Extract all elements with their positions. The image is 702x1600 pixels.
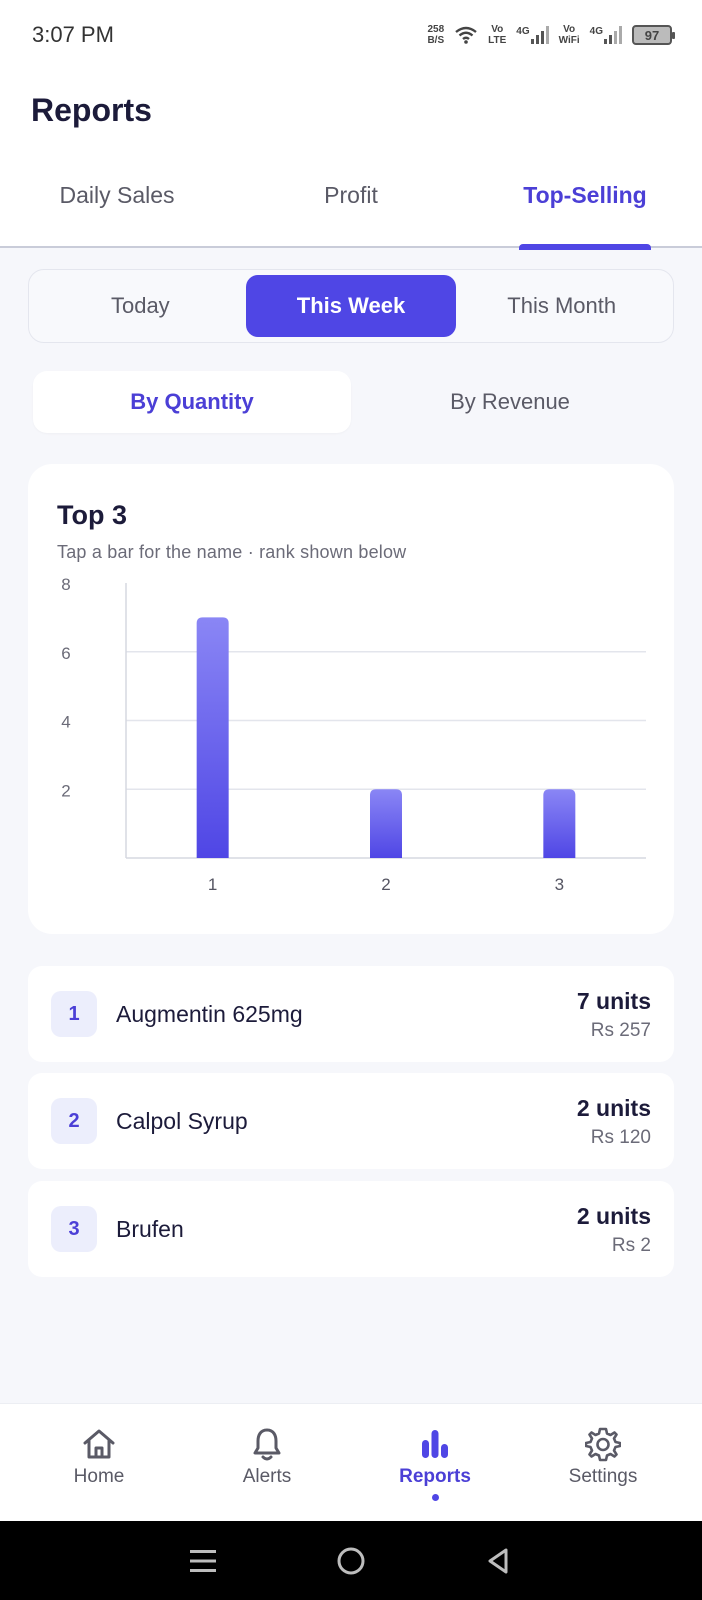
network-speed: 258 B/S: [427, 24, 445, 46]
sim1-signal: 4G: [516, 26, 549, 44]
y-tick-label: 4: [61, 713, 70, 732]
product-name: Calpol Syrup: [116, 1108, 248, 1134]
home-icon: [83, 1429, 115, 1459]
gear-icon: [585, 1427, 621, 1462]
system-navigation-bar: [0, 1521, 702, 1600]
page-title: Reports: [31, 92, 152, 128]
period-selector: Today This Week This Month: [28, 269, 674, 343]
period-today-button[interactable]: Today: [35, 275, 246, 337]
bar-chart: 2 4 6 8 1 2 3: [61, 575, 646, 894]
units-sold: 2 units: [576, 1203, 651, 1229]
x-tick-label: 2: [381, 875, 390, 894]
nav-home[interactable]: Home: [15, 1404, 183, 1521]
product-name: Augmentin 625mg: [116, 1001, 303, 1027]
y-tick-label: 6: [61, 644, 70, 663]
tab-daily-sales[interactable]: Daily Sales: [0, 165, 234, 248]
rank-badge: 3: [51, 1206, 97, 1252]
nav-reports[interactable]: Reports: [351, 1404, 519, 1521]
x-tick-label: 3: [555, 875, 564, 894]
by-quantity-button[interactable]: By Quantity: [33, 371, 351, 433]
battery-icon: 97: [632, 25, 675, 45]
rank-badge: 1: [51, 991, 97, 1037]
period-this-month-button[interactable]: This Month: [456, 275, 667, 337]
nav-label: Reports: [399, 1466, 471, 1487]
signal-bars-icon: [530, 26, 549, 44]
status-icons: 258 B/S Vo LTE 4G Vo WiFi 4G 97: [427, 24, 675, 46]
nav-label: Home: [73, 1466, 125, 1487]
status-bar: 3:07 PM 258 B/S Vo LTE 4G Vo WiFi 4G 97: [0, 0, 702, 70]
back-icon[interactable]: [484, 1546, 514, 1576]
period-this-week-button[interactable]: This Week: [245, 275, 457, 337]
chart-bar[interactable]: [370, 789, 402, 858]
active-tab-indicator: [519, 244, 651, 250]
status-time: 3:07 PM: [32, 22, 114, 47]
ranking-list-item[interactable]: 1 Augmentin 625mg 7 units Rs 257: [28, 966, 674, 1062]
measure-selector: By Quantity By Revenue: [33, 371, 673, 433]
by-revenue-button[interactable]: By Revenue: [351, 371, 669, 433]
y-tick-label: 2: [61, 781, 70, 800]
vowifi-indicator: Vo WiFi: [558, 24, 580, 46]
sim2-signal: 4G: [590, 26, 622, 44]
header: Reports Daily Sales Profit Top-Selling: [0, 70, 702, 250]
revenue-amount: Rs 257: [590, 1020, 651, 1041]
tab-label: Top-Selling: [523, 182, 647, 208]
home-circle-icon[interactable]: [335, 1545, 367, 1577]
report-tabs: Daily Sales Profit Top-Selling: [0, 165, 702, 250]
bell-icon: [253, 1428, 281, 1461]
tab-top-selling[interactable]: Top-Selling: [468, 165, 702, 250]
ranking-list-item[interactable]: 3 Brufen 2 units Rs 2: [28, 1181, 674, 1277]
bar-chart-icon: [422, 1430, 448, 1458]
product-name: Brufen: [116, 1216, 184, 1242]
nav-label: Alerts: [242, 1466, 292, 1487]
chart-bar[interactable]: [196, 617, 229, 858]
nav-label: Settings: [568, 1466, 638, 1487]
y-tick-label: 8: [61, 575, 70, 594]
revenue-amount: Rs 120: [590, 1127, 651, 1148]
nav-settings[interactable]: Settings: [519, 1404, 687, 1521]
tab-label: Profit: [324, 182, 378, 208]
tab-profit[interactable]: Profit: [234, 165, 468, 248]
rank-badge: 2: [51, 1098, 97, 1144]
bottom-navigation: Home Alerts Reports Settings: [0, 1403, 702, 1521]
revenue-amount: Rs 2: [611, 1235, 651, 1256]
tab-label: Daily Sales: [59, 182, 175, 208]
signal-bars-icon: [604, 26, 622, 44]
top-chart-card: Top 3 Tap a bar for the name · rank show…: [28, 464, 674, 934]
ranking-list-item[interactable]: 2 Calpol Syrup 2 units Rs 120: [28, 1073, 674, 1169]
menu-icon[interactable]: [188, 1546, 218, 1576]
active-nav-dot: [431, 1494, 439, 1501]
units-sold: 7 units: [576, 988, 651, 1014]
x-tick-label: 1: [208, 875, 217, 894]
units-sold: 2 units: [576, 1095, 651, 1121]
nav-alerts[interactable]: Alerts: [183, 1404, 351, 1521]
wifi-icon: [455, 26, 477, 44]
chart-bar[interactable]: [543, 789, 576, 858]
volte-indicator: Vo LTE: [488, 24, 507, 46]
